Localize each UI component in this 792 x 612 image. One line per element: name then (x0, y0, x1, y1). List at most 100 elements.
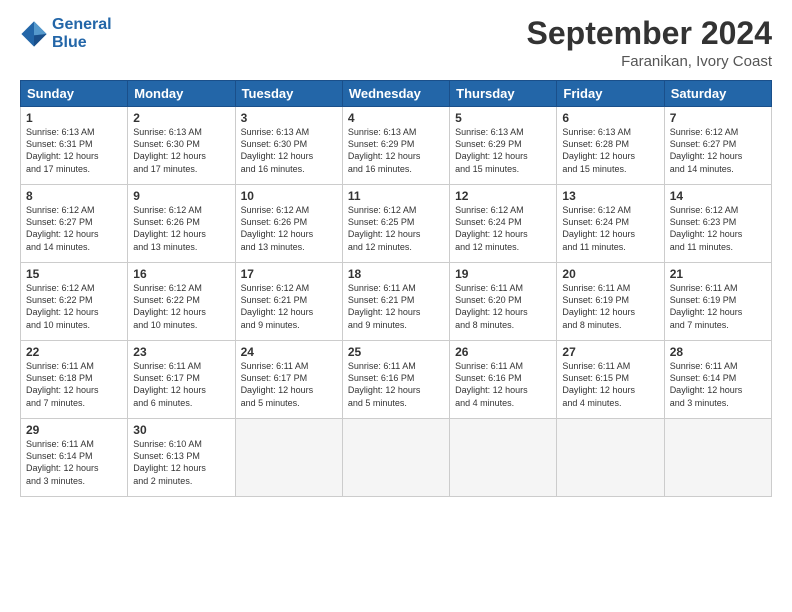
weekday-header-sunday: Sunday (21, 81, 128, 107)
day-info: Sunrise: 6:12 AM Sunset: 6:24 PM Dayligh… (455, 204, 551, 253)
day-number: 11 (348, 189, 444, 203)
day-number: 3 (241, 111, 337, 125)
day-number: 5 (455, 111, 551, 125)
day-cell: 20Sunrise: 6:11 AM Sunset: 6:19 PM Dayli… (557, 263, 664, 341)
day-info: Sunrise: 6:10 AM Sunset: 6:13 PM Dayligh… (133, 438, 229, 487)
day-number: 26 (455, 345, 551, 359)
day-number: 27 (562, 345, 658, 359)
day-cell: 4Sunrise: 6:13 AM Sunset: 6:29 PM Daylig… (342, 107, 449, 185)
day-number: 15 (26, 267, 122, 281)
weekday-header-wednesday: Wednesday (342, 81, 449, 107)
day-number: 12 (455, 189, 551, 203)
day-cell: 8Sunrise: 6:12 AM Sunset: 6:27 PM Daylig… (21, 185, 128, 263)
day-info: Sunrise: 6:12 AM Sunset: 6:27 PM Dayligh… (26, 204, 122, 253)
day-cell: 1Sunrise: 6:13 AM Sunset: 6:31 PM Daylig… (21, 107, 128, 185)
day-cell: 7Sunrise: 6:12 AM Sunset: 6:27 PM Daylig… (664, 107, 771, 185)
day-info: Sunrise: 6:12 AM Sunset: 6:23 PM Dayligh… (670, 204, 766, 253)
day-number: 18 (348, 267, 444, 281)
day-cell: 25Sunrise: 6:11 AM Sunset: 6:16 PM Dayli… (342, 341, 449, 419)
day-number: 20 (562, 267, 658, 281)
title-block: September 2024 Faranikan, Ivory Coast (527, 16, 772, 70)
logo-icon (20, 20, 48, 48)
day-info: Sunrise: 6:13 AM Sunset: 6:29 PM Dayligh… (455, 126, 551, 175)
day-info: Sunrise: 6:11 AM Sunset: 6:16 PM Dayligh… (455, 360, 551, 409)
weekday-header-tuesday: Tuesday (235, 81, 342, 107)
day-info: Sunrise: 6:12 AM Sunset: 6:22 PM Dayligh… (26, 282, 122, 331)
day-info: Sunrise: 6:11 AM Sunset: 6:16 PM Dayligh… (348, 360, 444, 409)
day-number: 4 (348, 111, 444, 125)
day-cell: 16Sunrise: 6:12 AM Sunset: 6:22 PM Dayli… (128, 263, 235, 341)
day-number: 2 (133, 111, 229, 125)
day-number: 16 (133, 267, 229, 281)
day-number: 6 (562, 111, 658, 125)
day-cell: 22Sunrise: 6:11 AM Sunset: 6:18 PM Dayli… (21, 341, 128, 419)
day-cell: 12Sunrise: 6:12 AM Sunset: 6:24 PM Dayli… (450, 185, 557, 263)
day-info: Sunrise: 6:11 AM Sunset: 6:19 PM Dayligh… (670, 282, 766, 331)
day-number: 14 (670, 189, 766, 203)
day-info: Sunrise: 6:11 AM Sunset: 6:14 PM Dayligh… (670, 360, 766, 409)
day-info: Sunrise: 6:11 AM Sunset: 6:21 PM Dayligh… (348, 282, 444, 331)
day-number: 24 (241, 345, 337, 359)
day-cell (342, 419, 449, 497)
day-cell: 26Sunrise: 6:11 AM Sunset: 6:16 PM Dayli… (450, 341, 557, 419)
day-number: 23 (133, 345, 229, 359)
day-number: 29 (26, 423, 122, 437)
day-cell: 2Sunrise: 6:13 AM Sunset: 6:30 PM Daylig… (128, 107, 235, 185)
day-cell: 24Sunrise: 6:11 AM Sunset: 6:17 PM Dayli… (235, 341, 342, 419)
day-cell: 17Sunrise: 6:12 AM Sunset: 6:21 PM Dayli… (235, 263, 342, 341)
page: General Blue September 2024 Faranikan, I… (0, 0, 792, 612)
day-info: Sunrise: 6:11 AM Sunset: 6:20 PM Dayligh… (455, 282, 551, 331)
day-number: 13 (562, 189, 658, 203)
header: General Blue September 2024 Faranikan, I… (20, 16, 772, 70)
day-info: Sunrise: 6:12 AM Sunset: 6:25 PM Dayligh… (348, 204, 444, 253)
calendar: SundayMondayTuesdayWednesdayThursdayFrid… (20, 80, 772, 497)
day-info: Sunrise: 6:13 AM Sunset: 6:30 PM Dayligh… (133, 126, 229, 175)
day-info: Sunrise: 6:12 AM Sunset: 6:26 PM Dayligh… (133, 204, 229, 253)
day-cell: 21Sunrise: 6:11 AM Sunset: 6:19 PM Dayli… (664, 263, 771, 341)
day-info: Sunrise: 6:12 AM Sunset: 6:24 PM Dayligh… (562, 204, 658, 253)
day-cell (664, 419, 771, 497)
day-cell: 3Sunrise: 6:13 AM Sunset: 6:30 PM Daylig… (235, 107, 342, 185)
day-info: Sunrise: 6:13 AM Sunset: 6:30 PM Dayligh… (241, 126, 337, 175)
day-info: Sunrise: 6:11 AM Sunset: 6:17 PM Dayligh… (241, 360, 337, 409)
weekday-header-monday: Monday (128, 81, 235, 107)
week-row-4: 22Sunrise: 6:11 AM Sunset: 6:18 PM Dayli… (21, 341, 772, 419)
logo-text: General Blue (52, 16, 112, 51)
day-cell: 30Sunrise: 6:10 AM Sunset: 6:13 PM Dayli… (128, 419, 235, 497)
logo: General Blue (20, 16, 112, 51)
day-cell: 10Sunrise: 6:12 AM Sunset: 6:26 PM Dayli… (235, 185, 342, 263)
day-cell: 6Sunrise: 6:13 AM Sunset: 6:28 PM Daylig… (557, 107, 664, 185)
day-info: Sunrise: 6:12 AM Sunset: 6:27 PM Dayligh… (670, 126, 766, 175)
day-number: 8 (26, 189, 122, 203)
day-number: 19 (455, 267, 551, 281)
day-info: Sunrise: 6:11 AM Sunset: 6:19 PM Dayligh… (562, 282, 658, 331)
day-cell: 18Sunrise: 6:11 AM Sunset: 6:21 PM Dayli… (342, 263, 449, 341)
day-info: Sunrise: 6:13 AM Sunset: 6:28 PM Dayligh… (562, 126, 658, 175)
day-info: Sunrise: 6:11 AM Sunset: 6:14 PM Dayligh… (26, 438, 122, 487)
day-number: 10 (241, 189, 337, 203)
month-title: September 2024 (527, 16, 772, 51)
day-number: 25 (348, 345, 444, 359)
day-cell: 9Sunrise: 6:12 AM Sunset: 6:26 PM Daylig… (128, 185, 235, 263)
day-number: 1 (26, 111, 122, 125)
day-info: Sunrise: 6:11 AM Sunset: 6:15 PM Dayligh… (562, 360, 658, 409)
day-number: 7 (670, 111, 766, 125)
day-cell: 28Sunrise: 6:11 AM Sunset: 6:14 PM Dayli… (664, 341, 771, 419)
day-cell (450, 419, 557, 497)
weekday-header-row: SundayMondayTuesdayWednesdayThursdayFrid… (21, 81, 772, 107)
day-info: Sunrise: 6:13 AM Sunset: 6:29 PM Dayligh… (348, 126, 444, 175)
day-info: Sunrise: 6:11 AM Sunset: 6:17 PM Dayligh… (133, 360, 229, 409)
day-number: 28 (670, 345, 766, 359)
day-info: Sunrise: 6:12 AM Sunset: 6:22 PM Dayligh… (133, 282, 229, 331)
week-row-3: 15Sunrise: 6:12 AM Sunset: 6:22 PM Dayli… (21, 263, 772, 341)
day-cell: 13Sunrise: 6:12 AM Sunset: 6:24 PM Dayli… (557, 185, 664, 263)
day-cell: 14Sunrise: 6:12 AM Sunset: 6:23 PM Dayli… (664, 185, 771, 263)
day-number: 21 (670, 267, 766, 281)
weekday-header-saturday: Saturday (664, 81, 771, 107)
day-info: Sunrise: 6:12 AM Sunset: 6:21 PM Dayligh… (241, 282, 337, 331)
day-number: 22 (26, 345, 122, 359)
week-row-1: 1Sunrise: 6:13 AM Sunset: 6:31 PM Daylig… (21, 107, 772, 185)
weekday-header-thursday: Thursday (450, 81, 557, 107)
day-info: Sunrise: 6:11 AM Sunset: 6:18 PM Dayligh… (26, 360, 122, 409)
day-number: 17 (241, 267, 337, 281)
